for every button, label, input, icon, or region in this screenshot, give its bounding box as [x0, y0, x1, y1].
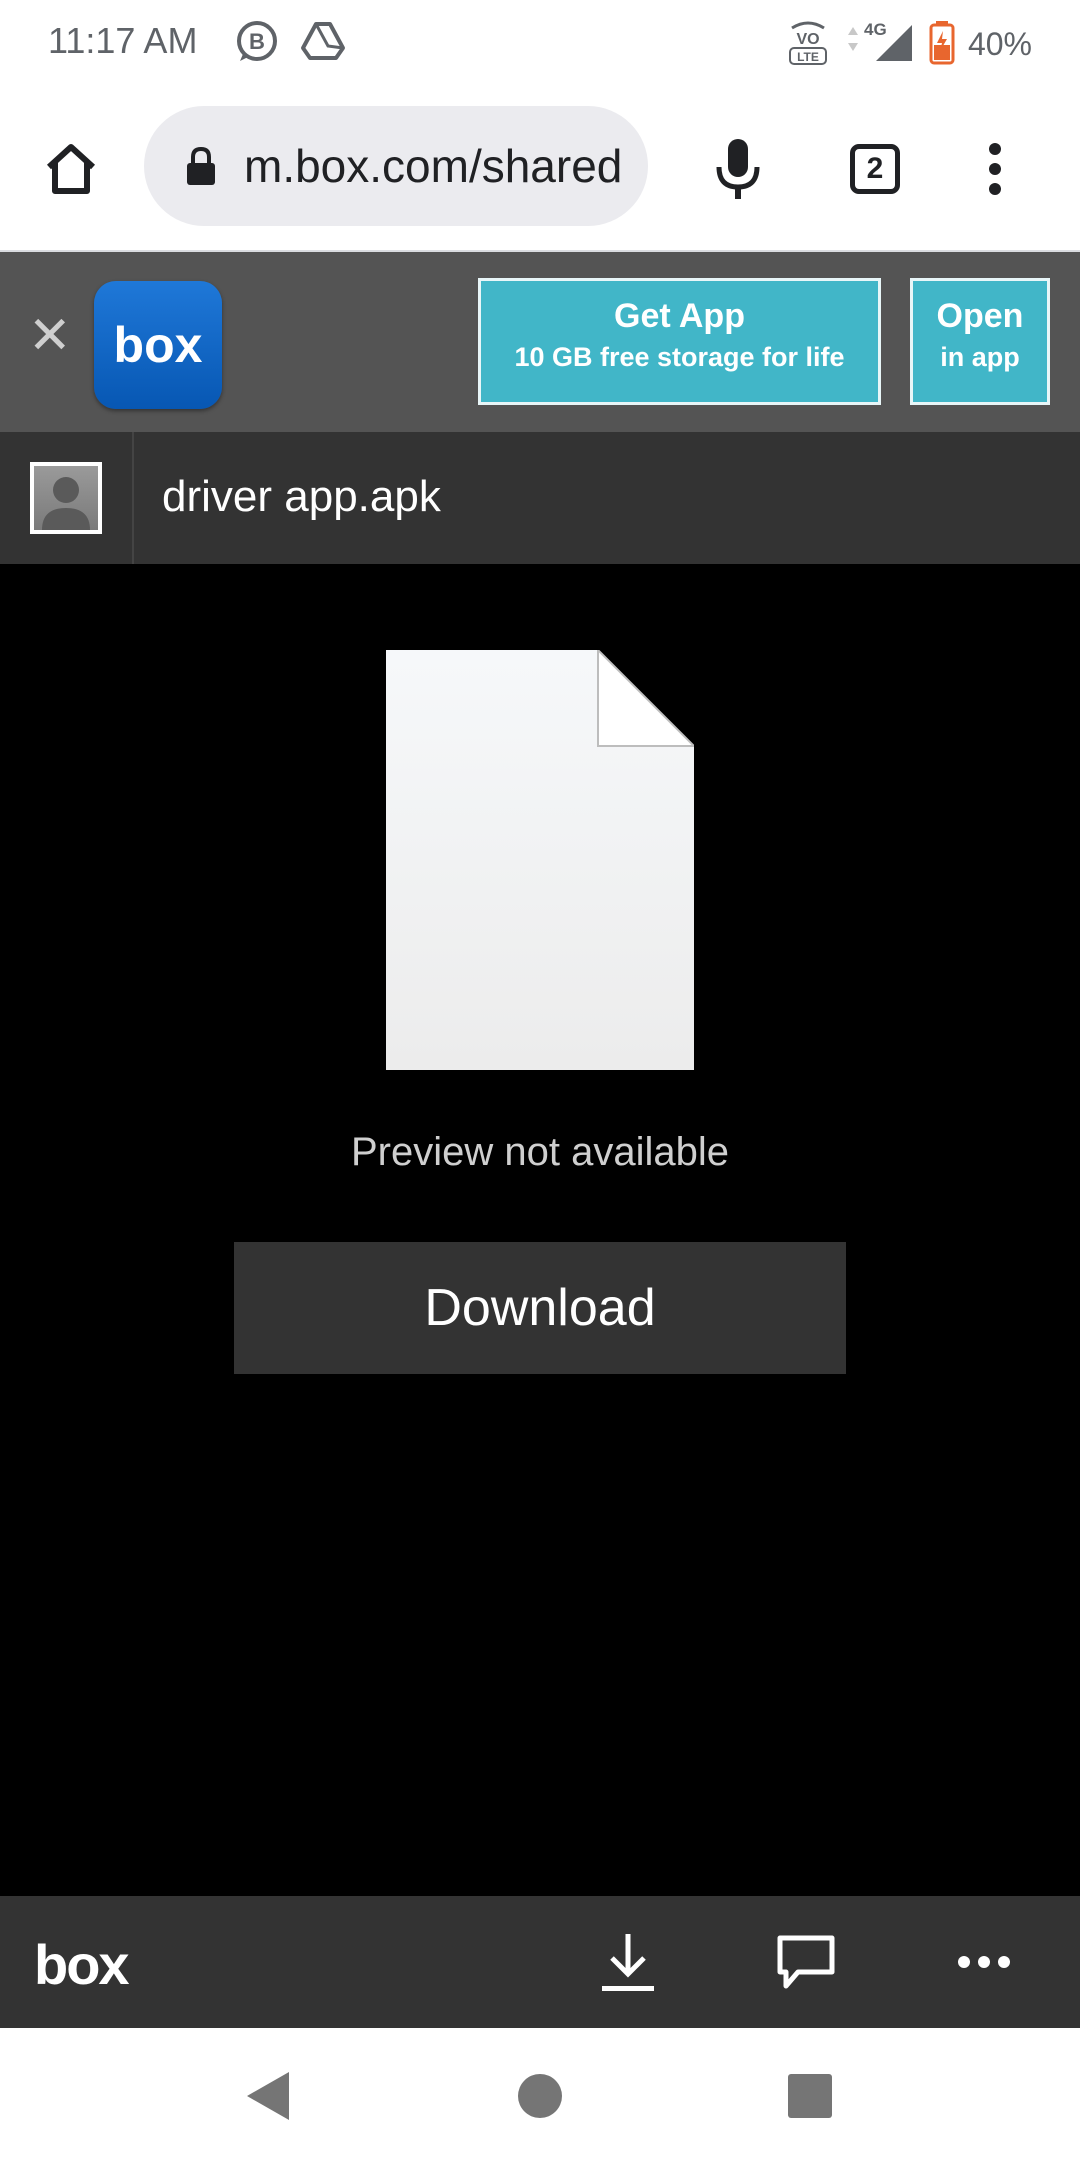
home-button[interactable]	[36, 134, 106, 204]
download-icon	[602, 1934, 654, 1991]
home-circle-icon	[518, 2074, 562, 2118]
url-bar[interactable]: m.box.com/shared	[144, 106, 648, 226]
home-nav-button[interactable]	[512, 2068, 568, 2124]
box-bottom-bar: box	[0, 1896, 1080, 2028]
more-vert-icon	[989, 143, 1001, 195]
drive-icon	[300, 18, 346, 69]
preview-area: Preview not available Download	[0, 564, 1080, 1896]
back-icon	[247, 2072, 289, 2120]
status-right: VO LTE 4G 40%	[786, 18, 1032, 71]
get-app-subtitle: 10 GB free storage for life	[514, 342, 845, 372]
menu-button[interactable]	[960, 134, 1030, 204]
file-header: driver app.apk	[0, 432, 1080, 564]
tabs-icon: 2	[850, 144, 900, 194]
svg-text:VO: VO	[796, 31, 819, 48]
network-label: 4G	[864, 20, 887, 39]
download-bar-button[interactable]	[596, 1930, 660, 1994]
system-nav-bar	[0, 2028, 1080, 2160]
comments-button[interactable]	[774, 1930, 838, 1994]
battery-percent: 40%	[967, 26, 1032, 62]
battery-icon	[928, 19, 956, 70]
comment-icon	[777, 1935, 835, 1989]
recents-icon	[788, 2074, 832, 2118]
svg-text:B: B	[249, 29, 265, 54]
open-title: Open	[936, 297, 1024, 335]
status-time: 11:17 AM	[48, 20, 198, 61]
header-divider	[132, 432, 134, 564]
get-app-title: Get App	[614, 297, 745, 335]
close-icon[interactable]: ✕	[28, 310, 72, 362]
tabs-button[interactable]: 2	[840, 134, 910, 204]
browser-toolbar: m.box.com/shared 2	[0, 84, 1080, 252]
download-button[interactable]: Download	[234, 1242, 846, 1374]
status-bar: 11:17 AM B VO LTE 4G 40%	[0, 0, 1080, 84]
voice-search-button[interactable]	[703, 134, 773, 204]
generic-file-icon	[386, 650, 694, 1070]
signal-icon: 4G	[842, 19, 916, 70]
url-text: m.box.com/shared	[244, 140, 623, 192]
box-app-icon: box	[94, 281, 222, 409]
box-app-icon-text: box	[113, 317, 203, 373]
app-banner: ✕ box Get App 10 GB free storage for lif…	[0, 252, 1080, 432]
svg-text:LTE: LTE	[797, 50, 819, 64]
home-icon	[46, 144, 96, 194]
recents-button[interactable]	[782, 2068, 838, 2124]
download-label: Download	[424, 1279, 656, 1337]
volte-icon: VO LTE	[786, 18, 830, 71]
more-horiz-icon	[958, 1956, 1010, 1968]
more-options-button[interactable]	[952, 1930, 1016, 1994]
back-button[interactable]	[240, 2068, 296, 2124]
user-silhouette-icon	[34, 466, 98, 530]
box-logo: box	[34, 1933, 130, 1996]
avatar[interactable]	[30, 462, 102, 534]
file-name: driver app.apk	[162, 472, 441, 521]
lock-icon	[187, 146, 215, 185]
get-app-button[interactable]: Get App 10 GB free storage for life	[478, 278, 881, 405]
mic-icon	[716, 139, 760, 199]
preview-message: Preview not available	[351, 1130, 729, 1174]
page: 11:17 AM B VOLTE 4G 40% m.box.com/share	[0, 0, 1080, 2160]
b-chat-icon: B	[234, 18, 280, 69]
open-in-app-button[interactable]: Open in app	[910, 278, 1050, 405]
open-subtitle: in app	[940, 342, 1020, 372]
